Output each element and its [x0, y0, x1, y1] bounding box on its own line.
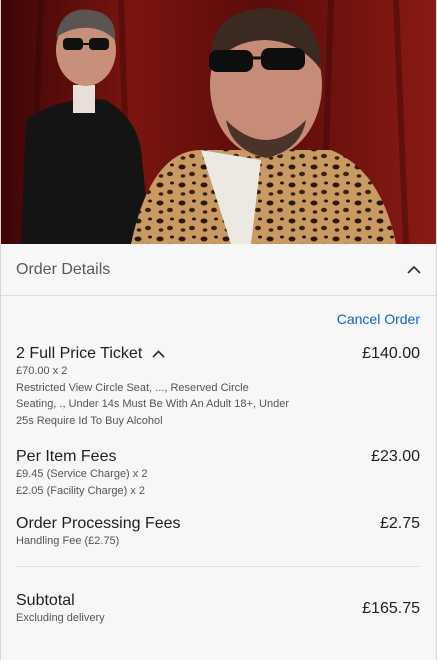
facility-charge: £2.05 (Facility Charge) x 2 [16, 484, 145, 497]
ticket-title: 2 Full Price Ticket [16, 345, 143, 362]
subtotal-row: Subtotal Excluding delivery £165.75 [1, 592, 436, 627]
band-photo [1, 0, 436, 244]
ticket-line-item: 2 Full Price Ticket £70.00 x 2 Restricte… [1, 345, 436, 429]
ticket-unit-price: £70.00 x 2 [16, 365, 68, 377]
processing-fees-title: Order Processing Fees [16, 515, 181, 532]
order-details-toggle[interactable]: Order Details [1, 244, 436, 296]
subtotal-price: £165.75 [362, 599, 420, 617]
order-details-title: Order Details [16, 260, 111, 278]
processing-fees-line-item: Order Processing Fees Handling Fee (£2.7… [1, 515, 436, 550]
ticket-title-row[interactable]: 2 Full Price Ticket [16, 345, 362, 363]
handling-fee: Handling Fee (£2.75) [16, 535, 120, 547]
per-item-fees-price: £23.00 [371, 448, 420, 465]
processing-fees-price: £2.75 [379, 515, 420, 532]
cancel-order-link[interactable]: Cancel Order [337, 311, 420, 327]
subtotal-note: Excluding delivery [16, 611, 105, 624]
service-charge: £9.45 (Service Charge) x 2 [16, 468, 148, 480]
chevron-up-icon[interactable] [152, 345, 165, 363]
ticket-description: Restricted View Circle Seat, ..., Reserv… [16, 381, 290, 427]
ticket-price: £140.00 [362, 345, 420, 362]
per-item-fees-line-item: Per Item Fees £9.45 (Service Charge) x 2… [1, 448, 436, 499]
order-panel: Order Details Cancel Order 2 Full Price … [0, 0, 437, 660]
event-image [1, 0, 436, 244]
cancel-row: Cancel Order [1, 296, 436, 342]
subtotal-label: Subtotal [16, 591, 75, 609]
divider [16, 565, 420, 567]
chevron-up-icon[interactable] [406, 262, 422, 278]
per-item-fees-title: Per Item Fees [16, 448, 117, 465]
